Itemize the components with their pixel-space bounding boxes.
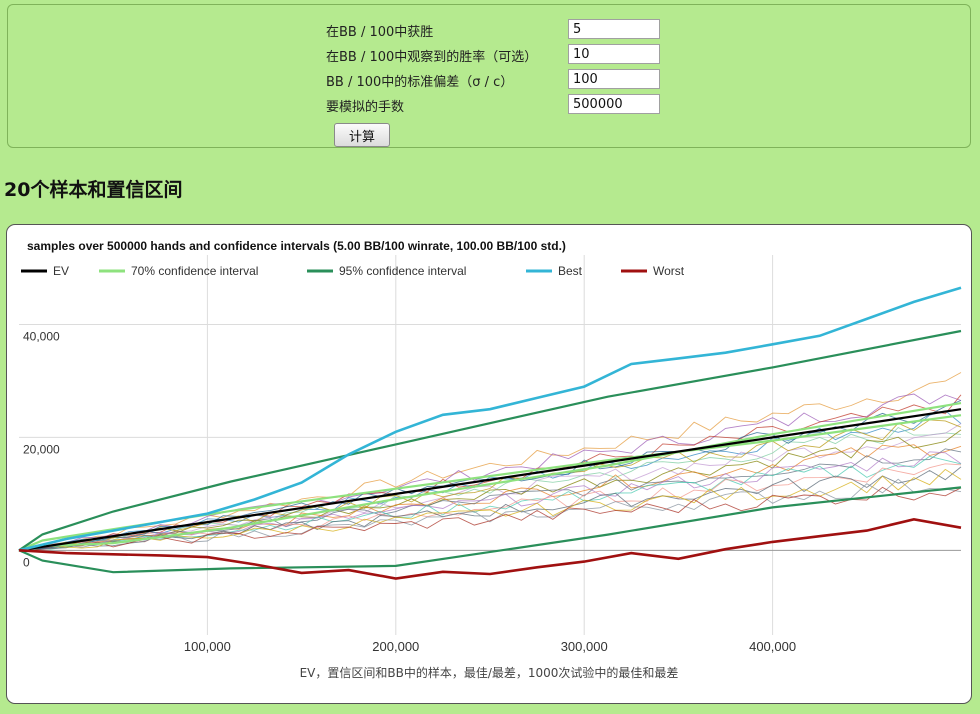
std-dev-input[interactable] [568,69,660,89]
chart-panel: samples over 500000 hands and confidence… [6,224,972,704]
series-line-best [18,286,962,552]
sample-line [18,393,962,551]
sample-line [18,423,962,551]
chart-caption: EV，置信区间和BB中的样本，最佳/最差，1000次试验中的最佳和最差 [300,665,679,680]
winrate-input[interactable] [568,19,660,39]
form-row-winrate: 在BB / 100中获胜 [326,19,666,41]
section-title: 20个样本和置信区间 [4,179,183,201]
winrate-label: 在BB / 100中获胜 [326,25,434,40]
observed-winrate-label: 在BB / 100中观察到的胜率（可选） [326,50,538,65]
series-line-ev [18,408,962,552]
x-tick-label: 400,000 [749,639,796,654]
x-tick-label: 300,000 [561,639,608,654]
y-tick-label: 40,000 [23,330,60,344]
simulation-chart: samples over 500000 hands and confidence… [18,239,962,680]
settings-form-panel: 在BB / 100中获胜 在BB / 100中观察到的胜率（可选） BB / 1… [7,4,971,148]
x-tick-label: 100,000 [184,639,231,654]
y-tick-label: 20,000 [23,442,60,456]
std-dev-label: BB / 100中的标准偏差（σ / c） [326,75,514,90]
y-tick-label: 0 [23,555,30,569]
legend-label: EV [53,264,69,278]
legend-label: 95% confidence interval [339,264,466,278]
chart-title: samples over 500000 hands and confidence… [27,239,566,253]
form-row-observed-winrate: 在BB / 100中观察到的胜率（可选） [326,44,666,66]
ci-upper-line [18,329,962,552]
x-tick-label: 200,000 [372,639,419,654]
calculate-button[interactable]: 计算 [334,123,390,147]
legend-label: Worst [653,264,685,278]
sample-line [18,394,962,551]
sample-line [18,372,962,551]
form-row-hands: 要模拟的手数 [326,94,666,116]
hands-input[interactable] [568,94,660,114]
legend-label: Best [558,264,583,278]
hands-label: 要模拟的手数 [326,100,405,115]
form-row-std-dev: BB / 100中的标准偏差（σ / c） [326,69,666,91]
observed-winrate-input[interactable] [568,44,660,64]
legend-label: 70% confidence interval [131,264,258,278]
